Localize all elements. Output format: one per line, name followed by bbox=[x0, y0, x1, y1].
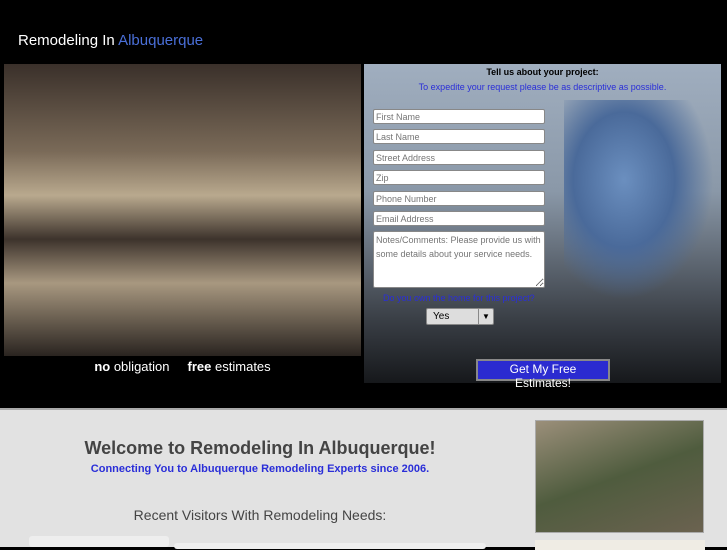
tagline-subheading: Connecting You to Albuquerque Remodeling… bbox=[90, 463, 430, 475]
kitchen-photo bbox=[4, 64, 361, 356]
zip-input[interactable] bbox=[373, 170, 545, 185]
recent-visitors-heading: Recent Visitors With Remodeling Needs: bbox=[133, 507, 387, 523]
welcome-heading: Welcome to Remodeling In Albuquerque! bbox=[84, 438, 436, 458]
form-title: Tell us about your project: bbox=[486, 67, 599, 77]
tagline-free: free bbox=[187, 359, 212, 374]
first-name-input[interactable] bbox=[373, 109, 545, 124]
last-name-input[interactable] bbox=[373, 129, 545, 144]
content-section: Welcome to Remodeling In Albuquerque! Co… bbox=[0, 408, 727, 550]
title-prefix: Remodeling In bbox=[18, 32, 115, 49]
title-city: Albuquerque bbox=[118, 32, 204, 49]
submit-button[interactable]: Get My Free Estimates! bbox=[476, 359, 610, 390]
map-image[interactable] bbox=[535, 540, 705, 550]
contractor-photo bbox=[564, 100, 714, 300]
visitor-list bbox=[174, 543, 486, 549]
notes-textarea[interactable] bbox=[373, 231, 545, 288]
email-input[interactable] bbox=[373, 211, 545, 226]
visitor-card bbox=[29, 536, 169, 547]
tagline-obligation: obligation bbox=[113, 359, 170, 374]
estimate-form: Tell us about your project: To expedite … bbox=[364, 64, 721, 390]
form-subtitle: To expedite your request please be as de… bbox=[418, 82, 667, 92]
own-home-value: Yes bbox=[433, 311, 450, 322]
site-title: Remodeling In Albuquerque bbox=[18, 32, 203, 49]
phone-input[interactable] bbox=[373, 191, 545, 206]
own-home-select[interactable]: Yes ▼ bbox=[426, 308, 494, 325]
tagline: no obligation free estimates bbox=[4, 359, 361, 374]
own-home-label: Do you own the home for this project? bbox=[383, 293, 535, 303]
street-address-input[interactable] bbox=[373, 150, 545, 165]
tagline-estimates: estimates bbox=[215, 359, 271, 374]
tramway-photo bbox=[535, 420, 704, 533]
tagline-no: no bbox=[94, 359, 111, 374]
dropdown-arrow-icon: ▼ bbox=[478, 309, 493, 324]
